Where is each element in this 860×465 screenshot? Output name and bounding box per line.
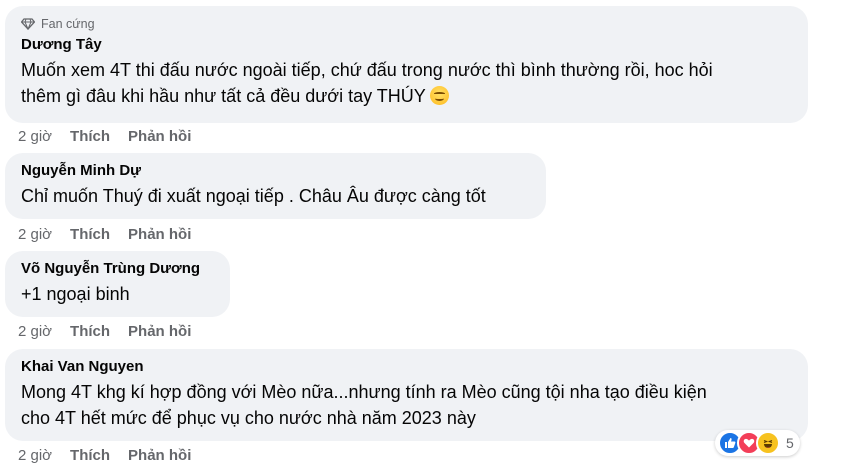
comment-actions: 2 giờ Thích Phản hồi — [18, 224, 191, 244]
comment-bubble: Nguyễn Minh Dự Chỉ muốn Thuý đi xuất ngo… — [5, 153, 546, 219]
reply-button[interactable]: Phản hồi — [128, 226, 191, 243]
like-button[interactable]: Thích — [70, 128, 110, 145]
comment-line: Muốn xem 4T thi đấu nước ngoài tiếp, chứ… — [21, 60, 713, 80]
reply-button[interactable]: Phản hồi — [128, 323, 191, 340]
comment-text: Chỉ muốn Thuý đi xuất ngoại tiếp . Châu … — [21, 183, 534, 209]
comment-actions: 2 giờ Thích Phản hồi — [18, 321, 191, 341]
comment-timestamp[interactable]: 2 giờ — [18, 323, 52, 340]
comment-author[interactable]: Dương Tây — [21, 35, 796, 55]
like-button[interactable]: Thích — [70, 323, 110, 340]
comment-bubble: Khai Van Nguyen Mong 4T khg kí hợp đồng … — [5, 349, 808, 441]
comment-actions: 2 giờ Thích Phản hồi — [18, 445, 191, 465]
comment-timestamp[interactable]: 2 giờ — [18, 447, 52, 464]
haha-reaction-icon — [756, 431, 780, 455]
diamond-icon — [21, 18, 35, 30]
comment-author[interactable]: Võ Nguyễn Trùng Dương — [21, 259, 218, 279]
reaction-count: 5 — [786, 435, 794, 451]
reply-button[interactable]: Phản hồi — [128, 128, 191, 145]
reply-button[interactable]: Phản hồi — [128, 447, 191, 464]
comment-author[interactable]: Nguyễn Minh Dự — [21, 161, 534, 181]
comment-actions: 2 giờ Thích Phản hồi — [18, 126, 191, 146]
comment-bubble: Võ Nguyễn Trùng Dương +1 ngoại binh — [5, 251, 230, 317]
comment-text: +1 ngoại binh — [21, 281, 218, 307]
comment-bubble: Fan cứng Dương Tây Muốn xem 4T thi đấu n… — [5, 6, 808, 123]
comment-author[interactable]: Khai Van Nguyen — [21, 357, 796, 377]
comment-text: Muốn xem 4T thi đấu nước ngoài tiếp, chứ… — [21, 57, 796, 109]
like-button[interactable]: Thích — [70, 226, 110, 243]
comment-timestamp[interactable]: 2 giờ — [18, 128, 52, 145]
comment-line: thêm gì đâu khi hầu như tất cả đều dưới … — [21, 86, 426, 106]
fan-badge: Fan cứng — [21, 16, 796, 32]
comment-line: cho 4T hết mức để phục vụ cho nước nhà n… — [21, 408, 476, 428]
reaction-summary[interactable]: 5 — [715, 430, 800, 456]
comment-timestamp[interactable]: 2 giờ — [18, 226, 52, 243]
comment-line: Chỉ muốn Thuý đi xuất ngoại tiếp . Châu … — [21, 186, 486, 206]
comment-line: Mong 4T khg kí hợp đồng với Mèo nữa...nh… — [21, 382, 707, 402]
smiling-face-emoji — [429, 86, 449, 105]
like-button[interactable]: Thích — [70, 447, 110, 464]
comment-text: Mong 4T khg kí hợp đồng với Mèo nữa...nh… — [21, 379, 796, 431]
comment-line-with-emoji: thêm gì đâu khi hầu như tất cả đều dưới … — [21, 83, 796, 109]
badge-label: Fan cứng — [41, 17, 95, 31]
comment-line: +1 ngoại binh — [21, 284, 130, 304]
